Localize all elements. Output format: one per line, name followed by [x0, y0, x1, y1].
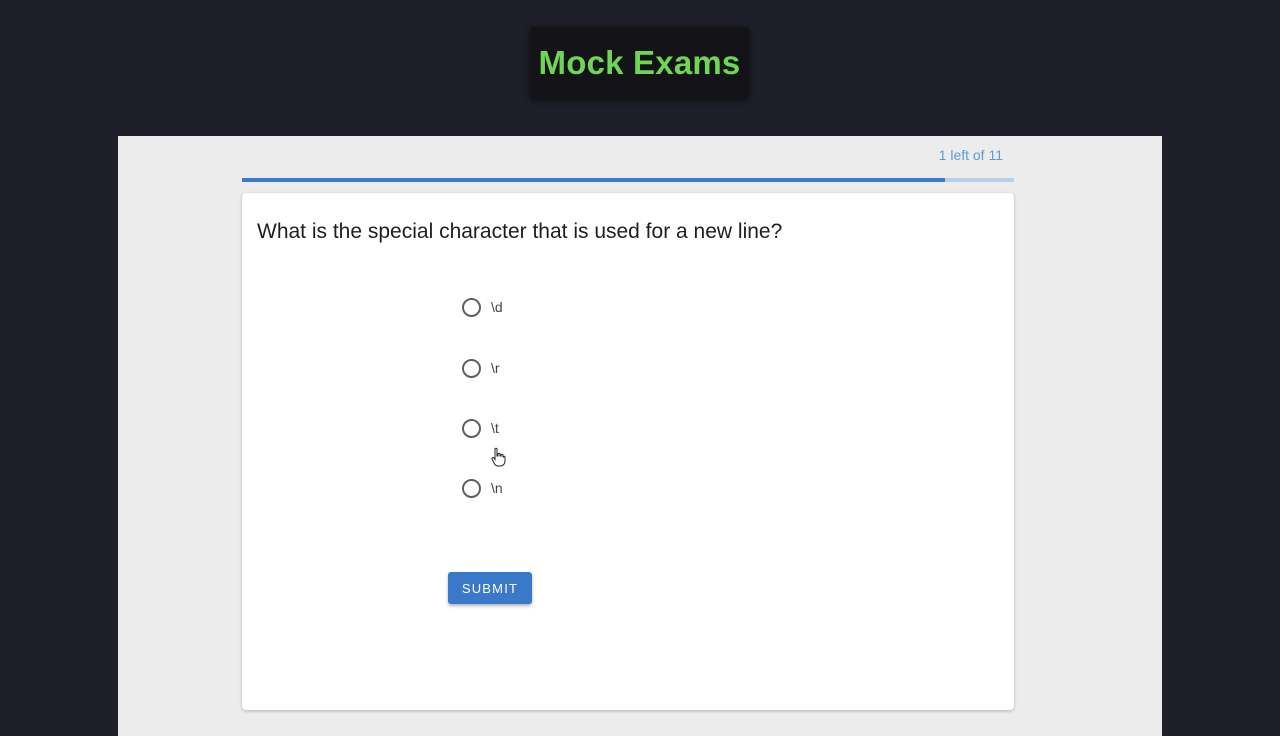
progress-bar: [242, 178, 1014, 182]
submit-button[interactable]: SUBMIT: [448, 572, 532, 604]
answer-option-label: \t: [491, 420, 499, 436]
answer-option-label: \n: [491, 480, 503, 496]
question-card: What is the special character that is us…: [242, 193, 1014, 710]
radio-button[interactable]: [462, 418, 481, 438]
radio-button[interactable]: [462, 478, 481, 498]
progress-label: 1 left of 11: [938, 147, 1003, 163]
answer-option-4[interactable]: \n: [462, 477, 503, 499]
question-text: What is the special character that is us…: [257, 220, 783, 243]
answer-option-2[interactable]: \r: [462, 357, 500, 379]
radio-button[interactable]: [462, 358, 481, 378]
answer-option-3[interactable]: \t: [462, 417, 499, 439]
progress-bar-fill: [242, 178, 945, 182]
answer-option-label: \r: [491, 360, 500, 376]
app-title-box: Mock Exams: [530, 27, 749, 98]
pointer-hand-cursor-icon: [491, 447, 506, 467]
answer-option-1[interactable]: \d: [462, 296, 503, 318]
answer-option-label: \d: [491, 299, 503, 315]
radio-button[interactable]: [462, 297, 481, 317]
app-title: Mock Exams: [538, 43, 741, 81]
